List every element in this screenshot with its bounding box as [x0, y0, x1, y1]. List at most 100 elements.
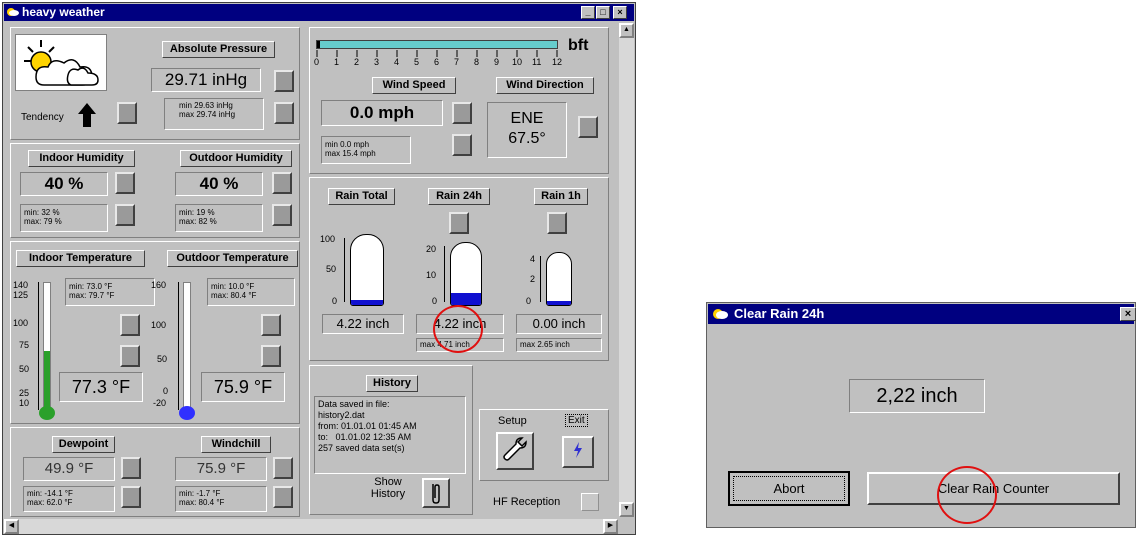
rain-total-tick: 100: [320, 234, 336, 244]
wind-speed-minmax-button[interactable]: [452, 134, 472, 156]
close-button[interactable]: ×: [613, 6, 627, 19]
history-label: History: [366, 375, 418, 392]
rain-total-fill: [351, 300, 383, 305]
wind-direction-degrees: 67.5°: [508, 130, 546, 147]
dewpoint-minmax-button[interactable]: [121, 486, 141, 508]
windchill-alarm-button[interactable]: [273, 457, 293, 479]
highlight-circle-rain-24h: [433, 305, 483, 353]
rain-total-gauge: 100 50 0: [320, 230, 400, 310]
bft-bar: [316, 40, 558, 49]
setup-button[interactable]: [496, 432, 534, 470]
outdoor-temp-button-2[interactable]: [261, 345, 281, 367]
outdoor-humidity-label: Outdoor Humidity: [180, 150, 292, 167]
history-line: Data saved in file:: [318, 399, 390, 409]
dialog-close-button[interactable]: ×: [1120, 307, 1136, 321]
windchill-minmax: min: -1.7 °F max: 80.4 °F: [175, 486, 267, 512]
outdoor-temp-min: min: 10.0 °F: [211, 282, 255, 291]
outdoor-temp-button-1[interactable]: [261, 314, 281, 336]
pressure-value: 29.71 inHg: [151, 68, 261, 92]
scroll-left-arrow[interactable]: ◀: [4, 519, 19, 534]
tendency-alarm-button[interactable]: [117, 102, 137, 124]
indoor-humidity-minmax-button[interactable]: [115, 204, 135, 226]
indoor-temperature-value: 77.3 °F: [59, 372, 143, 402]
setup-label: Setup: [498, 415, 527, 427]
indoor-temp-button-1[interactable]: [120, 314, 140, 336]
bft-tick: 10: [512, 57, 523, 67]
indoor-tick: 10: [19, 398, 30, 408]
rain-total-label: Rain Total: [328, 188, 395, 205]
main-window: heavy weather _ □ × Absolute Pressure 29…: [2, 2, 636, 535]
outdoor-humidity-alarm-button[interactable]: [272, 172, 292, 194]
highlight-circle-clear-button: [937, 466, 997, 524]
wind-speed-min: min 0.0 mph: [325, 140, 370, 149]
indoor-humidity-min: min: 32 %: [24, 208, 60, 217]
bft-scale: 0 1 2 3 4 5 6 7 8 9 10 11 12: [314, 50, 566, 70]
indoor-tick: 50: [19, 364, 30, 374]
dialog-titlebar[interactable]: Clear Rain 24h ×: [708, 304, 1136, 324]
show-history-button[interactable]: [422, 478, 450, 508]
pressure-minmax-button[interactable]: [274, 102, 294, 124]
maximize-button[interactable]: □: [596, 6, 610, 19]
rain-24h-gauge: 20 10 0: [420, 242, 500, 312]
horizontal-scrollbar[interactable]: ◀ ▶: [4, 519, 618, 534]
tendency-arrow-icon: [77, 102, 97, 131]
dewpoint-alarm-button[interactable]: [121, 457, 141, 479]
rain-1h-tick: 0: [526, 296, 532, 306]
indoor-temp-button-2[interactable]: [120, 345, 140, 367]
scroll-right-arrow[interactable]: ▶: [603, 519, 618, 534]
history-line: 257 saved data set(s): [318, 443, 405, 453]
windchill-min: min: -1.7 °F: [179, 489, 221, 498]
outdoor-tick: 50: [157, 354, 168, 364]
minimize-button[interactable]: _: [581, 6, 595, 19]
indoor-temp-max: max: 79.7 °F: [69, 291, 115, 300]
windchill-value: 75.9 °F: [175, 457, 267, 481]
vertical-scrollbar[interactable]: ▲ ▼: [619, 23, 634, 517]
wind-speed-alarm-button[interactable]: [452, 102, 472, 124]
indoor-temp-min: min: 73.0 °F: [69, 282, 113, 291]
indoor-tick: 125: [13, 290, 29, 300]
windchill-minmax-button[interactable]: [273, 486, 293, 508]
dewpoint-value: 49.9 °F: [23, 457, 115, 481]
wind-speed-minmax: min 0.0 mph max 15.4 mph: [321, 136, 411, 164]
wind-direction-alarm-button[interactable]: [578, 116, 598, 138]
indoor-thermometer: 140 125 100 75 50 25 10: [13, 274, 63, 424]
paperclip-icon: [432, 484, 440, 504]
dialog-value: 2,22 inch: [849, 379, 985, 413]
scroll-down-arrow[interactable]: ▼: [619, 502, 634, 517]
main-titlebar[interactable]: heavy weather _ □ ×: [4, 4, 634, 21]
rain-1h-alarm-button[interactable]: [547, 212, 567, 234]
scroll-up-arrow[interactable]: ▲: [619, 23, 634, 38]
wrench-icon: [503, 437, 527, 461]
rain-total-value: 4.22 inch: [322, 314, 404, 334]
abort-button[interactable]: Abort: [728, 471, 850, 506]
pressure-alarm-button[interactable]: [274, 70, 294, 92]
indoor-tick: 100: [13, 318, 29, 328]
exit-button[interactable]: [562, 436, 594, 468]
outdoor-tick: -20: [153, 398, 167, 408]
bft-tick: 7: [454, 57, 460, 67]
indoor-humidity-minmax: min: 32 % max: 79 %: [20, 204, 108, 232]
rain-24h-alarm-button[interactable]: [449, 212, 469, 234]
outdoor-temperature-label: Outdoor Temperature: [167, 250, 298, 267]
indoor-humidity-label: Indoor Humidity: [28, 150, 135, 167]
indoor-thermo-tube: [43, 282, 51, 412]
outdoor-humidity-minmax-button[interactable]: [272, 204, 292, 226]
indoor-temperature-label: Indoor Temperature: [16, 250, 145, 267]
dialog-title: Clear Rain 24h: [734, 306, 825, 321]
outdoor-temp-minmax: min: 10.0 °F max: 80.4 °F: [207, 278, 295, 306]
history-line: from: 01.01.01 01:45 AM: [318, 421, 417, 431]
show-history-label-line2: History: [370, 488, 406, 500]
dewpoint-minmax: min: -14.1 °F max: 62.0 °F: [23, 486, 115, 512]
abort-button-label: Abort: [733, 476, 845, 501]
history-line: to: 01.01.02 12:35 AM: [318, 432, 412, 442]
outdoor-temp-max: max: 80.4 °F: [211, 291, 257, 300]
exit-icon: [574, 442, 582, 458]
exit-label: Exit: [565, 414, 588, 427]
rain-1h-cylinder: [546, 252, 572, 306]
rain-1h-tick: 4: [530, 254, 536, 264]
dewpoint-windchill-panel: Dewpoint 49.9 °F min: -14.1 °F max: 62.0…: [10, 427, 300, 517]
indoor-humidity-alarm-button[interactable]: [115, 172, 135, 194]
rain-24h-tick: 20: [426, 244, 437, 254]
indoor-tick: 75: [19, 340, 30, 350]
dewpoint-label: Dewpoint: [52, 436, 115, 453]
